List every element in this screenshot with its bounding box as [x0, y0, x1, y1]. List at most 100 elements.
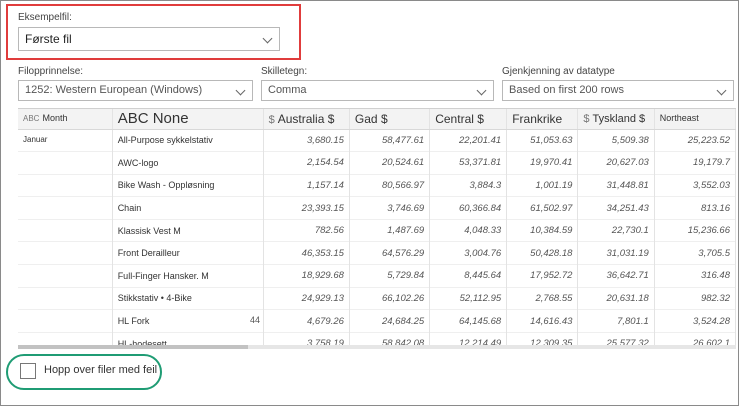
- month-cell: [18, 241, 113, 265]
- value-cell: 66,102.26: [349, 287, 431, 310]
- month-cell: Januar: [18, 129, 113, 152]
- value-cell: 20,631.18: [577, 287, 655, 310]
- product-cell: Stikkstativ • 4-Bike: [112, 287, 264, 310]
- scrollbar-thumb[interactable]: [18, 345, 248, 349]
- product-cell: Chain: [112, 196, 264, 220]
- column-header-gad[interactable]: Gad $: [349, 109, 431, 130]
- value-cell: 12,309.35: [506, 332, 579, 345]
- skip-errors-checkbox[interactable]: [20, 363, 36, 379]
- value-cell: 60,366.84: [429, 196, 508, 220]
- detection-dropdown[interactable]: Based on first 200 rows: [502, 80, 734, 101]
- value-cell: 58,842.08: [349, 332, 431, 345]
- value-cell: 5,509.38: [577, 129, 655, 152]
- file-origin-value: 1252: Western European (Windows): [25, 84, 203, 96]
- table-row: HL Fork 4,679.26 24,684.25 64,145.68 14,616.…: [18, 309, 736, 333]
- value-cell: 1,487.69: [349, 219, 431, 242]
- column-header-month[interactable]: ABC Month: [18, 109, 113, 130]
- value-cell: 61,502.97: [506, 196, 579, 220]
- detection-label: Gjenkjenning av datatype: [502, 66, 615, 77]
- value-cell: 36,642.71: [577, 264, 655, 288]
- value-cell: 50,428.18: [506, 241, 579, 265]
- value-cell: 3,746.69: [349, 196, 431, 220]
- value-cell: 7,801.1: [577, 309, 655, 333]
- product-cell: HL-hodesett: [112, 332, 264, 345]
- table-row: HL-hodesett 3,758.19 58,842.08 12,214.49 12,…: [18, 332, 736, 345]
- horizontal-scrollbar[interactable]: [18, 345, 736, 349]
- value-cell: 22,201.41: [429, 129, 508, 152]
- column-header-tyskland[interactable]: $ Tyskland $: [577, 109, 655, 130]
- delimiter-dropdown[interactable]: Comma: [261, 80, 494, 101]
- month-cell: [18, 332, 113, 345]
- value-cell: 19,970.41: [506, 151, 579, 175]
- file-origin-label: Filopprinnelse:: [18, 66, 84, 77]
- month-cell: [18, 264, 113, 288]
- value-cell: 8,445.64: [429, 264, 508, 288]
- month-cell: [18, 309, 113, 333]
- currency-type-icon: $: [583, 112, 590, 125]
- value-cell: 4,048.33: [429, 219, 508, 242]
- text-type-icon: ABC: [23, 114, 40, 124]
- value-cell: 5,729.84: [349, 264, 431, 288]
- table-row: AWC-logo 2,154.54 20,524.61 53,371.81 19,970…: [18, 151, 736, 175]
- table-row: Bike Wash - Oppløsning 1,157.14 80,566.97 3…: [18, 174, 736, 197]
- value-cell: 10,384.59: [506, 219, 579, 242]
- value-cell: 17,952.72: [506, 264, 579, 288]
- product-cell: HL Fork: [112, 309, 264, 333]
- value-cell: 20,627.03: [577, 151, 655, 175]
- table-row: Januar All-Purpose sykkelstativ 3,680.15 58…: [18, 129, 736, 152]
- value-cell: 34,251.43: [577, 196, 655, 220]
- product-cell: Front Derailleur: [112, 241, 264, 265]
- column-header-central[interactable]: Central $: [429, 109, 508, 130]
- value-cell: 12,214.49: [429, 332, 508, 345]
- product-cell: AWC-logo: [112, 151, 264, 175]
- value-cell: 1,001.19: [506, 174, 579, 197]
- stray-cell-text: 44: [250, 315, 261, 325]
- value-cell: 3,758.19: [263, 332, 350, 345]
- table-row: Klassisk Vest M 782.56 1,487.69 4,048.33 10,…: [18, 219, 736, 242]
- month-cell: [18, 287, 113, 310]
- value-cell: 813.16: [654, 196, 736, 220]
- value-cell: 31,031.19: [577, 241, 655, 265]
- month-cell: [18, 151, 113, 175]
- table-row: Stikkstativ • 4-Bike 24,929.13 66,102.26 52…: [18, 287, 736, 310]
- value-cell: 782.56: [263, 219, 350, 242]
- value-cell: 25,223.52: [654, 129, 736, 152]
- value-cell: 19,179.7: [654, 151, 736, 175]
- table-row: Chain 23,393.15 3,746.69 60,366.84 61,502.97…: [18, 196, 736, 220]
- month-cell: [18, 174, 113, 197]
- value-cell: 3,884.3: [429, 174, 508, 197]
- product-cell: Full-Finger Hansker. M: [112, 264, 264, 288]
- example-file-value: Første fil: [25, 32, 72, 46]
- value-cell: 24,929.13: [263, 287, 350, 310]
- product-cell: All-Purpose sykkelstativ: [112, 129, 264, 152]
- detection-value: Based on first 200 rows: [509, 84, 624, 96]
- value-cell: 46,353.15: [263, 241, 350, 265]
- value-cell: 51,053.63: [506, 129, 579, 152]
- value-cell: 18,929.68: [263, 264, 350, 288]
- column-header-frankrike[interactable]: Frankrike: [506, 109, 579, 130]
- skip-errors-label[interactable]: Hopp over filer med feil: [44, 364, 157, 376]
- value-cell: 14,616.43: [506, 309, 579, 333]
- delimiter-label: Skilletegn:: [261, 66, 308, 77]
- value-cell: 23,393.15: [263, 196, 350, 220]
- file-origin-dropdown[interactable]: 1252: Western European (Windows): [18, 80, 253, 101]
- value-cell: 20,524.61: [349, 151, 431, 175]
- value-cell: 3,004.76: [429, 241, 508, 265]
- column-header-northeast[interactable]: Northeast: [654, 109, 736, 130]
- value-cell: 53,371.81: [429, 151, 508, 175]
- preview-table: ABC Month ABC None $ Australia $ Gad $ Cen…: [18, 109, 736, 345]
- value-cell: 26,602.1: [654, 332, 736, 345]
- example-file-dropdown[interactable]: Første fil: [18, 27, 280, 51]
- column-header-none[interactable]: ABC None: [112, 109, 264, 130]
- value-cell: 4,679.26: [263, 309, 350, 333]
- month-cell: [18, 219, 113, 242]
- value-cell: 22,730.1: [577, 219, 655, 242]
- example-file-label: Eksempelfil:: [18, 12, 72, 23]
- value-cell: 3,524.28: [654, 309, 736, 333]
- data-preview-grid[interactable]: ABC Month ABC None $ Australia $ Gad $ Cen…: [18, 108, 736, 345]
- value-cell: 58,477.61: [349, 129, 431, 152]
- header-row: ABC Month ABC None $ Australia $ Gad $ Cen…: [18, 109, 736, 130]
- value-cell: 31,448.81: [577, 174, 655, 197]
- column-header-australia[interactable]: $ Australia $: [263, 109, 350, 130]
- value-cell: 52,112.95: [429, 287, 508, 310]
